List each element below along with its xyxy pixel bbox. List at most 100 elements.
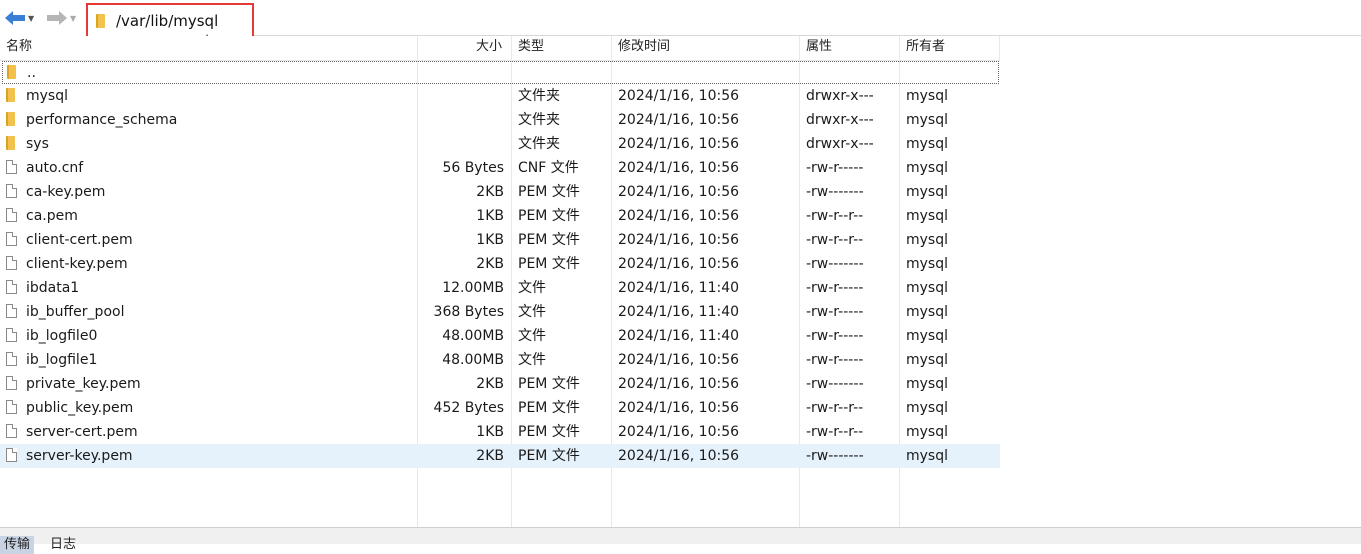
tab-log[interactable]: 日志 [46,536,80,554]
column-name[interactable]: 名称 [6,36,32,60]
file-owner: mysql [906,232,948,248]
file-row[interactable]: ib_buffer_pool 368 Bytes 文件 2024/1/16, 11:4… [0,300,1000,324]
file-name: private_key.pem [26,376,141,392]
file-name: public_key.pem [26,400,134,416]
chevron-down-icon[interactable]: ▼ [28,14,34,23]
file-icon [6,328,17,344]
file-name: client-key.pem [26,256,128,272]
file-permissions: -rw-r----- [806,280,864,296]
file-row[interactable]: sys 文件夹 2024/1/16, 10:56 drwxr-x--- mysql [0,132,1000,156]
file-size: 2KB [476,184,504,200]
file-row[interactable]: server-key.pem 2KB PEM 文件 2024/1/16, 10:56 -… [0,444,1000,468]
file-row[interactable]: client-key.pem 2KB PEM 文件 2024/1/16, 10:56 -… [0,252,1000,276]
file-name: client-cert.pem [26,232,133,248]
file-modified: 2024/1/16, 10:56 [618,208,740,224]
file-name: auto.cnf [26,160,84,176]
file-owner: mysql [906,88,948,104]
file-row[interactable]: ca-key.pem 2KB PEM 文件 2024/1/16, 10:56 -rw--… [0,180,1000,204]
column-size[interactable]: 大小 [476,36,502,60]
file-permissions: -rw------- [806,448,864,464]
file-modified: 2024/1/16, 10:56 [618,112,740,128]
file-permissions: -rw-r--r-- [806,232,864,248]
file-icon [6,160,17,176]
file-modified: 2024/1/16, 10:56 [618,184,740,200]
file-icon [6,232,17,248]
file-owner: mysql [906,424,948,440]
file-type: 文件 [518,352,546,368]
file-size: 1KB [476,208,504,224]
file-type: PEM 文件 [518,448,580,464]
file-row[interactable]: mysql 文件夹 2024/1/16, 10:56 drwxr-x--- mysql [0,84,1000,108]
file-row[interactable]: private_key.pem 2KB PEM 文件 2024/1/16, 10:56… [0,372,1000,396]
folder-icon [7,65,16,81]
file-icon [6,280,17,296]
arrow-left-icon [5,11,25,25]
chevron-down-icon[interactable]: ▼ [70,14,76,23]
file-row[interactable]: public_key.pem 452 Bytes PEM 文件 2024/1/16, … [0,396,1000,420]
file-size: 1KB [476,232,504,248]
folder-icon [96,14,105,28]
file-permissions: -rw-r--r-- [806,400,864,416]
file-row[interactable]: ibdata1 12.00MB 文件 2024/1/16, 11:40 -rw-r---… [0,276,1000,300]
file-icon [6,208,17,224]
file-permissions: -rw-r----- [806,160,864,176]
file-modified: 2024/1/16, 10:56 [618,352,740,368]
file-row[interactable]: ib_logfile0 48.00MB 文件 2024/1/16, 11:40 -rw-… [0,324,1000,348]
file-icon [6,184,17,200]
file-size: 2KB [476,448,504,464]
file-owner: mysql [906,184,948,200]
tab-transfer[interactable]: 传输 [0,536,35,554]
file-permissions: -rw-r----- [806,352,864,368]
file-size: 12.00MB [442,280,504,296]
file-modified: 2024/1/16, 10:56 [618,232,740,248]
file-type: 文件 [518,304,546,320]
file-modified: 2024/1/16, 11:40 [618,328,740,344]
file-row[interactable]: ca.pem 1KB PEM 文件 2024/1/16, 10:56 -rw-r--r-… [0,204,1000,228]
file-icon [6,376,17,392]
file-type: 文件夹 [518,88,560,104]
file-row[interactable]: client-cert.pem 1KB PEM 文件 2024/1/16, 10:56… [0,228,1000,252]
file-modified: 2024/1/16, 10:56 [618,376,740,392]
file-owner: mysql [906,400,948,416]
file-row[interactable]: server-cert.pem 1KB PEM 文件 2024/1/16, 10:56… [0,420,1000,444]
file-type: PEM 文件 [518,400,580,416]
column-divider[interactable] [999,36,1000,60]
column-type[interactable]: 类型 [518,36,544,60]
file-permissions: drwxr-x--- [806,88,874,104]
file-icon [6,256,17,272]
file-permissions: -rw------- [806,184,864,200]
file-permissions: -rw-r--r-- [806,208,864,224]
file-modified: 2024/1/16, 10:56 [618,88,740,104]
column-owner[interactable]: 所有者 [906,36,945,60]
file-row[interactable]: ib_logfile1 48.00MB 文件 2024/1/16, 10:56 -rw-… [0,348,1000,372]
file-permissions: -rw------- [806,376,864,392]
file-icon [6,448,17,464]
file-icon [6,400,17,416]
file-size: 368 Bytes [433,304,504,320]
address-bar[interactable]: /var/lib/mysql ▲ [86,3,254,41]
file-name: ib_logfile0 [26,328,98,344]
column-permissions[interactable]: 属性 [806,36,832,60]
folder-icon [6,88,15,104]
file-owner: mysql [906,328,948,344]
file-permissions: -rw-r----- [806,304,864,320]
column-modified[interactable]: 修改时间 [618,36,670,60]
file-name: server-cert.pem [26,424,138,440]
file-name: server-key.pem [26,448,133,464]
parent-directory-row[interactable]: .. [2,61,999,84]
file-name: mysql [26,88,68,104]
file-name: performance_schema [26,112,178,128]
address-path[interactable]: /var/lib/mysql [116,12,218,30]
file-modified: 2024/1/16, 11:40 [618,280,740,296]
file-name: ibdata1 [26,280,80,296]
file-permissions: drwxr-x--- [806,136,874,152]
file-name: sys [26,136,49,152]
file-row[interactable]: performance_schema 文件夹 2024/1/16, 10:56 drw… [0,108,1000,132]
forward-button[interactable]: ▼ [46,6,76,30]
file-size: 48.00MB [442,328,504,344]
file-modified: 2024/1/16, 10:56 [618,400,740,416]
folder-icon [6,136,15,152]
bottom-panel: 传输 日志 [0,528,1361,554]
back-button[interactable]: ▼ [4,6,34,30]
file-row[interactable]: auto.cnf 56 Bytes CNF 文件 2024/1/16, 10:56 -r… [0,156,1000,180]
